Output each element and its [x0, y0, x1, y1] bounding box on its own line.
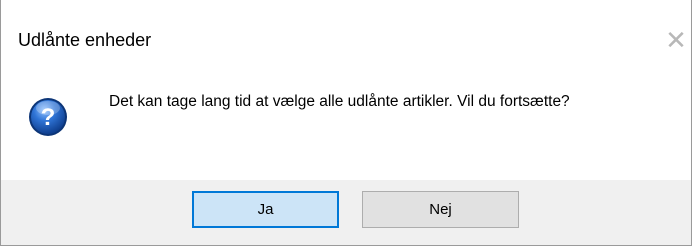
yes-button[interactable]: Ja	[192, 191, 339, 228]
message-dialog: Udlånte enheder ✕ ? Det kan tage lang ti…	[0, 0, 692, 246]
no-button[interactable]: Nej	[362, 191, 519, 228]
title-bar[interactable]: Udlånte enheder ✕	[1, 0, 691, 66]
svg-text:?: ?	[41, 104, 56, 131]
close-icon[interactable]: ✕	[661, 26, 691, 56]
dialog-content: ? Det kan tage lang tid at vælge alle ud…	[1, 66, 691, 180]
button-bar	[1, 180, 691, 245]
window-title: Udlånte enheder	[18, 30, 152, 50]
question-icon: ?	[29, 98, 67, 136]
message-text: Det kan tage lang tid at vælge alle udlå…	[109, 93, 570, 110]
